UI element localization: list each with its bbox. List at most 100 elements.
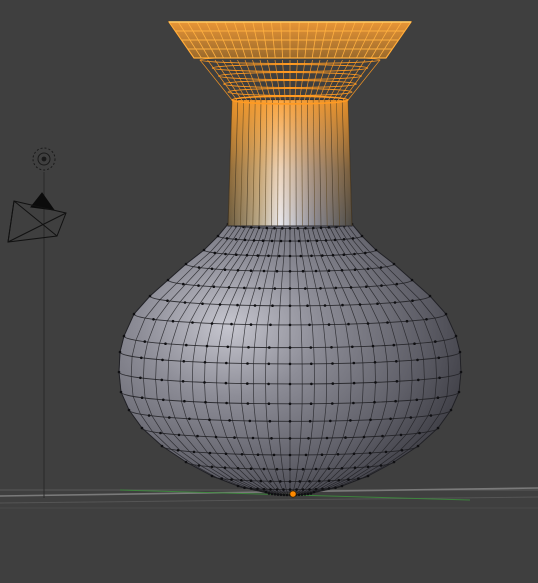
mesh-vertex (236, 484, 240, 488)
mesh-vertex (449, 408, 453, 412)
mesh-vertex (225, 361, 228, 365)
mesh-vertex (253, 304, 257, 307)
mesh-vertex (399, 433, 403, 437)
mesh-vertex (458, 350, 462, 354)
mesh-vertex (308, 488, 311, 491)
mesh-vertex (329, 419, 332, 423)
mesh-vertex (236, 467, 240, 470)
mesh-vertex (327, 323, 331, 326)
mesh-vertex (118, 350, 122, 354)
mesh-vertex (176, 449, 180, 452)
mesh-vertex (337, 479, 341, 482)
mesh-vertex (273, 226, 276, 230)
mesh-vertex (147, 414, 151, 417)
3d-viewport[interactable] (0, 0, 538, 583)
mesh-vertex (352, 401, 355, 405)
mesh-vertex (336, 453, 340, 456)
mesh-vertex (307, 437, 310, 440)
mesh-vertex (285, 493, 289, 497)
mesh-vertex (321, 487, 324, 491)
camera-icon[interactable] (7, 192, 67, 243)
mesh-vertex (226, 345, 230, 349)
mesh-vertex (288, 453, 292, 457)
mesh-vertex (249, 479, 253, 483)
mesh-vertex (160, 444, 164, 448)
selected-edge (267, 59, 276, 101)
vase-body[interactable] (117, 222, 463, 497)
mesh-vertex (268, 419, 272, 423)
mesh-vertex (256, 453, 260, 457)
mesh-vertex (259, 479, 263, 483)
mesh-vertex (357, 477, 360, 480)
mesh-vertex (288, 402, 292, 406)
mesh-vertex (438, 376, 441, 380)
origin-marker[interactable] (289, 490, 297, 498)
vase-neck[interactable] (199, 56, 381, 227)
mesh-vertex (303, 493, 307, 496)
mesh-vertex (282, 488, 285, 491)
mesh-vertex (279, 493, 283, 497)
mesh-vertex (132, 312, 136, 316)
mesh-vertex (160, 378, 164, 382)
mesh-vertex (275, 488, 279, 491)
viewport-canvas[interactable] (0, 0, 538, 583)
mesh-vertex (325, 436, 329, 440)
mesh-vertex (208, 451, 212, 455)
mesh-vertex (309, 402, 313, 406)
mesh-vertex (299, 254, 303, 258)
mesh-vertex (304, 453, 308, 457)
mesh-vertex (288, 287, 292, 290)
mesh-vertex (393, 301, 397, 304)
mesh-vertex (267, 492, 271, 495)
mesh-vertex (182, 360, 186, 363)
mesh-vertex (333, 238, 337, 242)
mesh-vertex (210, 474, 214, 478)
mesh-vertex (278, 254, 281, 258)
mesh-vertex (436, 426, 440, 430)
mesh-vertex (368, 451, 372, 455)
mesh-vertex (228, 419, 231, 422)
lamp-icon[interactable] (32, 147, 56, 171)
mesh-vertex (389, 417, 392, 421)
mesh-vertex (392, 262, 396, 266)
mesh-vertex (321, 254, 324, 257)
mesh-vertex (249, 269, 253, 273)
mesh-vertex (166, 299, 169, 303)
mesh-vertex (308, 419, 312, 423)
mesh-vertex (380, 284, 383, 287)
mesh-vertex (216, 234, 220, 238)
mesh-vertex (379, 464, 383, 467)
mesh-vertex (196, 434, 199, 438)
mesh-vertex (208, 418, 211, 422)
mesh-vertex (168, 416, 171, 419)
mesh-vertex (351, 345, 354, 349)
mesh-vertex (334, 486, 337, 490)
mesh-vertex (272, 453, 276, 457)
mesh-vertex (249, 323, 253, 326)
mesh-vertex (301, 467, 305, 471)
mesh-vertex (319, 226, 323, 230)
mesh-vertex (166, 278, 170, 282)
mesh-vertex (288, 323, 292, 327)
mesh-vertex (288, 227, 292, 230)
mesh-vertex (236, 269, 240, 272)
mesh-vertex (395, 282, 399, 286)
mesh-vertex (223, 466, 227, 470)
mesh-vertex (334, 286, 338, 290)
mesh-vertex (379, 266, 383, 269)
mesh-vertex (352, 361, 356, 365)
mesh-vertex (140, 356, 143, 360)
mesh-vertex (288, 488, 292, 491)
mesh-vertex (369, 418, 372, 422)
mesh-vertex (202, 248, 206, 252)
mesh-vertex (203, 361, 207, 364)
mesh-vertex (386, 321, 389, 324)
mesh-vertex (288, 346, 292, 349)
mesh-vertex (240, 479, 243, 482)
vase-rim[interactable] (167, 21, 413, 59)
mesh-vertex (418, 431, 421, 435)
mesh-vertex (366, 322, 370, 325)
mesh-vertex (225, 401, 228, 405)
mesh-vertex (256, 254, 260, 257)
mesh-vertex (243, 286, 246, 290)
